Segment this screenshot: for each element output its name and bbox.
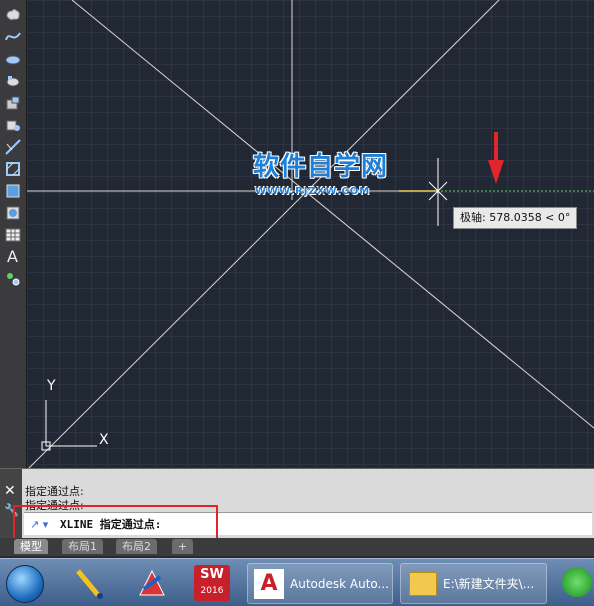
ucs-x-label: X: [99, 432, 109, 448]
draw-toolbar: A: [0, 0, 27, 470]
point-icon[interactable]: [2, 136, 23, 157]
multiline-text-label: A: [7, 247, 18, 266]
autocad-icon: A: [254, 568, 284, 599]
tab-layout2[interactable]: 布局2: [116, 539, 157, 554]
drawing-geometry: [27, 0, 594, 468]
xline-diagonal-2[interactable]: [27, 0, 500, 468]
3d-app-icon[interactable]: [134, 565, 170, 601]
add-selected-icon[interactable]: [2, 268, 23, 289]
sw-version-badge: 2016: [200, 586, 224, 596]
tab-model[interactable]: 模型: [14, 539, 48, 554]
taskbar: SW 2016 A Autodesk Auto... E:\新建文件夹\...: [0, 558, 594, 606]
region-icon[interactable]: [2, 202, 23, 223]
revision-cloud-icon[interactable]: [2, 4, 23, 25]
annotation-arrow-icon: [488, 132, 504, 184]
watermark-title: 软件自学网: [253, 152, 389, 182]
taskbar-label: Autodesk Auto...: [290, 576, 389, 591]
ucs-y-label: Y: [47, 378, 56, 394]
ellipse-arc-icon[interactable]: [2, 70, 23, 91]
solidworks-icon[interactable]: SW 2016: [194, 565, 230, 601]
ellipse-icon[interactable]: [2, 48, 23, 69]
crosshair-cursor: [428, 158, 448, 226]
tab-layout1[interactable]: 布局1: [62, 539, 103, 554]
hatch-icon[interactable]: [2, 158, 23, 179]
start-button[interactable]: [6, 565, 44, 603]
spline-icon[interactable]: [2, 26, 23, 47]
multiline-text-tool[interactable]: A: [2, 246, 23, 267]
drawing-canvas[interactable]: 软件自学网 WWW.RJZXW.COM 极轴: 578.0358 < 0° Y …: [27, 0, 594, 468]
gradient-icon[interactable]: [2, 180, 23, 201]
command-highlight-box: [13, 505, 218, 540]
refresh-app-icon[interactable]: [562, 567, 592, 597]
folder-icon: [409, 571, 437, 596]
taskbar-autocad[interactable]: A Autodesk Auto...: [247, 563, 393, 604]
table-icon[interactable]: [2, 224, 23, 245]
taskbar-explorer[interactable]: E:\新建文件夹\...: [400, 563, 547, 604]
close-icon[interactable]: ✕: [4, 483, 16, 499]
taskbar-label: E:\新建文件夹\...: [443, 577, 535, 591]
make-block-icon[interactable]: [2, 114, 23, 135]
insert-block-icon[interactable]: [2, 92, 23, 113]
polar-tooltip: 极轴: 578.0358 < 0°: [453, 207, 578, 229]
paint-brush-app-icon[interactable]: [72, 565, 108, 601]
layout-tabs: 模型 布局1 布局2 +: [0, 538, 594, 556]
watermark-url: WWW.RJZXW.COM: [255, 186, 371, 197]
ucs-icon: [41, 400, 97, 451]
add-layout-button[interactable]: +: [172, 539, 194, 554]
